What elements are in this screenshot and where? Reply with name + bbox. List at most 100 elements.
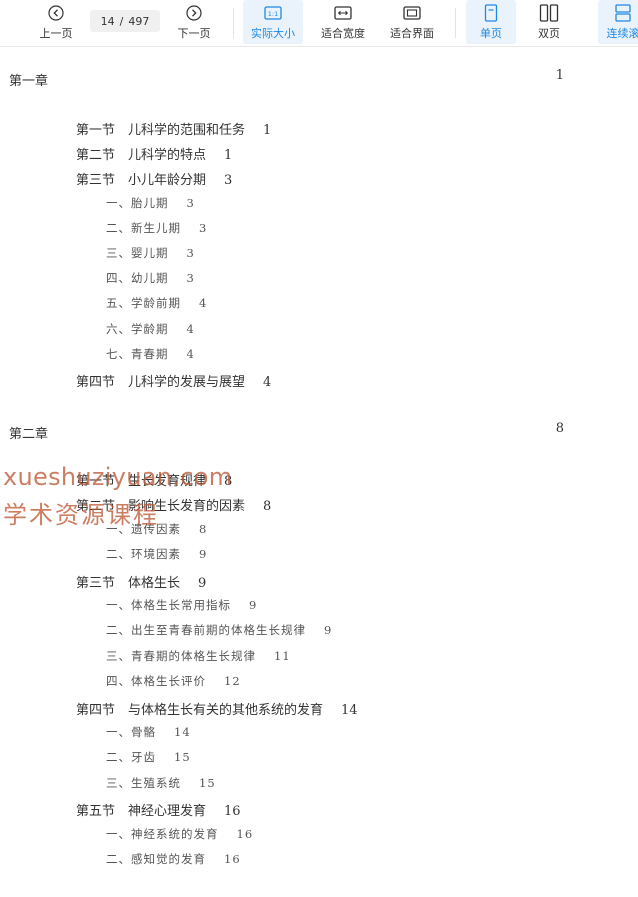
toc-subsection[interactable]: 一、胎儿期 3 xyxy=(106,195,195,211)
toc-section[interactable]: 第五节 神经心理发育 16 xyxy=(76,800,241,819)
toc-entry-label: 四、体格生长评价 xyxy=(106,674,206,689)
toc-entry-page: 9 xyxy=(324,623,333,638)
toc-chapter[interactable]: 第二章 xyxy=(9,423,48,442)
toc-entry-page: 11 xyxy=(274,648,291,663)
page-number-input[interactable]: 14 / 497 xyxy=(90,10,160,32)
page-separator: / xyxy=(119,14,124,28)
toc-entry-page: 16 xyxy=(224,804,241,820)
toc-entry-label: 三、生殖系统 xyxy=(106,775,181,790)
fit-width-icon xyxy=(334,3,352,23)
toc-entry-page: 3 xyxy=(186,195,195,210)
toc-section[interactable]: 第一节 儿科学的范围和任务 1 xyxy=(76,119,271,138)
watermark-url: xueshuziyuan.com xyxy=(3,463,233,491)
toc-chapter[interactable]: 第一章 xyxy=(9,70,48,89)
viewer-toolbar: 上一页 14 / 497 下一页 1:1 实际大小 适合宽度 适合界面 单页 双… xyxy=(0,0,638,47)
toc-entry-label: 二、新生儿期 xyxy=(106,220,181,235)
toc-entry-page: 3 xyxy=(186,246,195,260)
toc-subsection[interactable]: 二、牙齿 15 xyxy=(106,749,191,765)
toc-section[interactable]: 第四节 儿科学的发展与展望 4 xyxy=(76,371,271,390)
fit-page-icon xyxy=(403,3,421,23)
toc-entry-label: 第五节 神经心理发育 xyxy=(76,804,207,820)
toc-subsection[interactable]: 四、体格生长评价 12 xyxy=(106,673,241,689)
toc-entry-label: 二、牙齿 xyxy=(106,750,156,765)
toc-entry-label: 第四节 与体格生长有关的其他系统的发育 xyxy=(76,702,324,718)
toc-subsection[interactable]: 二、环境因素 9 xyxy=(106,546,207,562)
toc-entry-page: 3 xyxy=(186,271,195,286)
toc-section[interactable]: 第三节 体格生长 9 xyxy=(76,572,206,591)
single-page-icon xyxy=(483,3,499,23)
fit-page-button[interactable]: 适合界面 xyxy=(382,0,442,44)
toc-section[interactable]: 第四节 与体格生长有关的其他系统的发育 14 xyxy=(76,699,358,718)
toc-subsection[interactable]: 一、骨骼 14 xyxy=(106,724,191,740)
toc-entry-label: 一、骨骼 xyxy=(106,725,156,739)
toc-entry-label: 一、神经系统的发育 xyxy=(106,826,219,841)
toc-entry-page: 15 xyxy=(174,750,191,765)
toc-entry-label: 第二节 儿科学的特点 xyxy=(76,148,207,164)
toc-subsection[interactable]: 一、体格生长常用指标 9 xyxy=(106,597,257,613)
current-page: 14 xyxy=(100,14,115,28)
total-pages: 497 xyxy=(128,14,150,28)
toc-section[interactable]: 第三节 小儿年龄分期 3 xyxy=(76,169,232,188)
toc-entry-label: 三、青春期的体格生长规律 xyxy=(106,648,256,663)
toc-subsection[interactable]: 六、学龄期 4 xyxy=(106,321,195,337)
toc-subsection[interactable]: 二、出生至青春前期的体格生长规律 9 xyxy=(106,622,332,638)
actual-size-button[interactable]: 1:1 实际大小 xyxy=(243,0,303,44)
toc-entry-page: 16 xyxy=(236,826,254,841)
single-page-button[interactable]: 单页 xyxy=(466,0,516,44)
toc-subsection[interactable]: 三、生殖系统 15 xyxy=(106,775,216,791)
double-page-label: 双页 xyxy=(538,27,560,40)
toc-entry-page: 4 xyxy=(199,296,208,311)
continuous-scroll-icon xyxy=(614,3,632,23)
toc-entry-page: 8 xyxy=(199,521,208,536)
toc-entry-page: 1 xyxy=(224,148,233,164)
toc-entry-label: 第三节 小儿年龄分期 xyxy=(76,173,207,189)
toc-entry-label: 第四节 儿科学的发展与展望 xyxy=(76,375,246,390)
toc-subsection[interactable]: 三、青春期的体格生长规律 11 xyxy=(106,648,291,664)
toc-subsection[interactable]: 四、幼儿期 3 xyxy=(106,270,195,286)
toolbar-divider xyxy=(455,8,456,38)
toc-entry-page: 15 xyxy=(199,775,216,790)
toolbar-divider xyxy=(233,8,234,38)
toc-section[interactable]: 第二节 儿科学的特点 1 xyxy=(76,144,232,163)
toc-entry-page: 12 xyxy=(224,674,241,689)
toc-chapter-page: 8 xyxy=(555,421,564,436)
toc-entry-page: 9 xyxy=(249,598,258,612)
toc-entry-label: 二、环境因素 xyxy=(106,547,181,562)
fit-width-label: 适合宽度 xyxy=(321,27,365,40)
toc-entry-page: 4 xyxy=(263,375,272,390)
double-page-icon xyxy=(539,3,559,23)
toc-entry-page: 14 xyxy=(174,725,191,739)
continuous-scroll-button[interactable]: 连续滚 xyxy=(598,0,638,44)
toc-entry-page: 9 xyxy=(198,575,207,591)
document-page: 第一章 1 第一节 儿科学的范围和任务 1 第二节 儿科学的特点 1 第三节 小儿年龄分… xyxy=(0,47,638,897)
prev-page-label: 上一页 xyxy=(39,27,73,40)
toc-subsection[interactable]: 二、感知觉的发育 16 xyxy=(106,851,241,867)
toc-entry-label: 二、感知觉的发育 xyxy=(106,852,206,866)
toc-entry-page: 3 xyxy=(199,220,208,235)
toc-entry-label: 二、出生至青春前期的体格生长规律 xyxy=(106,623,306,638)
toc-subsection[interactable]: 二、新生儿期 3 xyxy=(106,220,207,236)
toc-entry-page: 16 xyxy=(224,852,241,866)
toc-entry-page: 8 xyxy=(263,499,272,515)
toc-subsection[interactable]: 一、神经系统的发育 16 xyxy=(106,826,253,842)
next-page-label: 下一页 xyxy=(177,27,211,40)
toc-entry-label: 四、幼儿期 xyxy=(106,271,169,286)
toc-entry-page: 9 xyxy=(199,547,208,562)
fit-width-button[interactable]: 适合宽度 xyxy=(313,0,373,44)
toc-entry-label: 五、学龄前期 xyxy=(106,296,181,311)
toc-entry-page: 4 xyxy=(186,321,195,336)
toc-entry-page: 14 xyxy=(341,702,358,718)
toc-entry-label: 一、胎儿期 xyxy=(106,195,169,210)
toc-chapter-label: 第二章 xyxy=(9,427,49,442)
toc-subsection[interactable]: 五、学龄前期 4 xyxy=(106,295,207,311)
toc-subsection[interactable]: 三、婴儿期 3 xyxy=(106,245,195,261)
actual-size-label: 实际大小 xyxy=(251,27,295,40)
svg-text:1:1: 1:1 xyxy=(268,10,278,18)
toc-subsection[interactable]: 七、青春期 4 xyxy=(106,346,195,362)
double-page-button[interactable]: 双页 xyxy=(524,0,574,44)
toc-entry-label: 第三节 体格生长 xyxy=(76,575,181,591)
prev-page-button[interactable]: 上一页 xyxy=(30,0,82,44)
actual-size-icon: 1:1 xyxy=(264,3,282,23)
toc-entry-page: 4 xyxy=(186,346,195,361)
next-page-button[interactable]: 下一页 xyxy=(168,0,220,44)
